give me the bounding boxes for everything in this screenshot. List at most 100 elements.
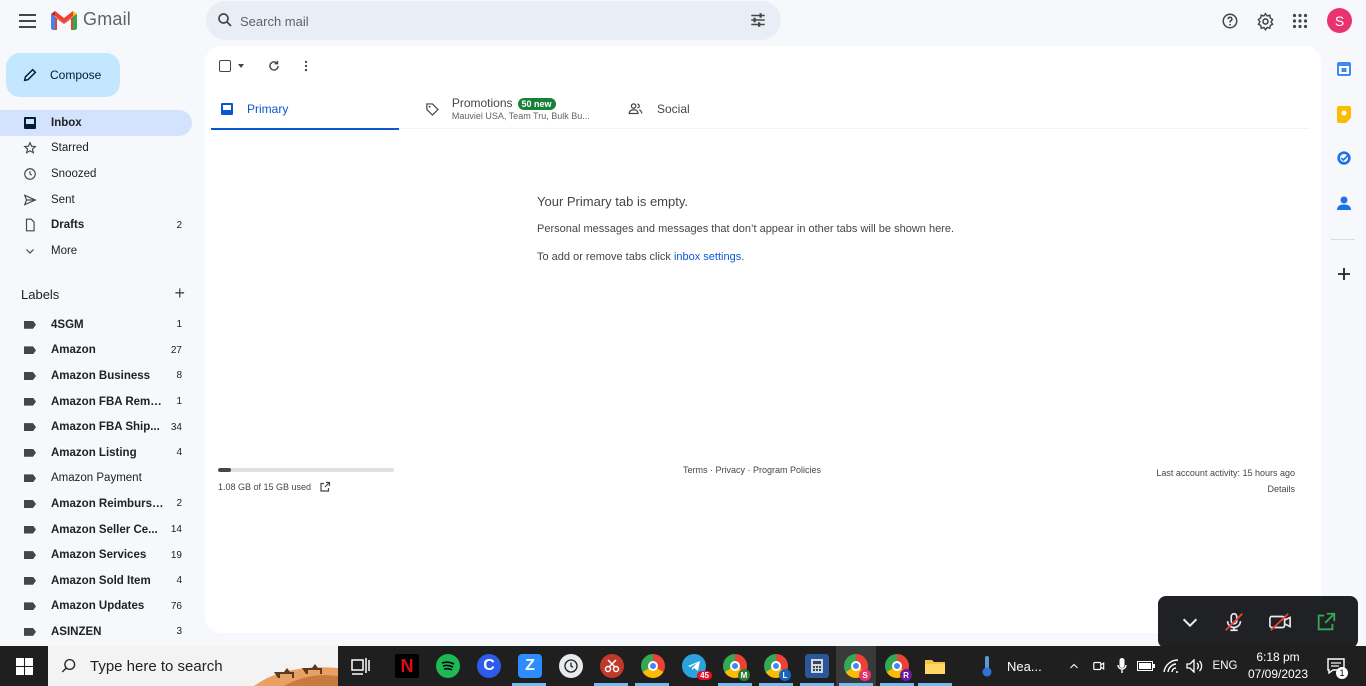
weather-widget[interactable]: Nea... (1007, 646, 1047, 686)
chrome-profile-l-icon[interactable]: L (764, 654, 791, 681)
tab-promotions[interactable]: Promotions 50 new Mauviel USA, Team Tru, … (420, 88, 610, 129)
search-icon[interactable] (216, 11, 234, 29)
notification-center-icon[interactable]: 1 (1322, 646, 1350, 686)
chrome-profile-s-icon[interactable]: S (844, 654, 871, 681)
select-dropdown-icon[interactable] (236, 61, 246, 71)
chevron-down-icon[interactable] (1179, 611, 1201, 633)
support-icon[interactable] (1218, 9, 1242, 33)
meet-now-icon[interactable] (1090, 646, 1108, 686)
input-language-indicator[interactable]: ENG (1210, 646, 1240, 686)
search-icon (61, 658, 76, 673)
sidebar-nav: Inbox Starred Snoozed Sent Drafts 2 More (0, 110, 200, 264)
label-count: 34 (170, 421, 182, 433)
label-item[interactable]: Amazon FBA Remo... 1 (0, 389, 200, 415)
label-tag-icon (24, 423, 36, 432)
canva-icon[interactable]: C (477, 654, 501, 678)
gmail-logo[interactable]: Gmail (51, 9, 131, 30)
calculator-icon[interactable] (805, 654, 829, 678)
storage-usage-bar (218, 468, 394, 472)
tab-social[interactable]: Social (626, 88, 816, 129)
wifi-icon[interactable] (1162, 646, 1180, 686)
sidebar-item-sent[interactable]: Sent (0, 187, 192, 213)
tag-icon (426, 102, 439, 116)
chrome-icon[interactable] (641, 654, 665, 678)
weather-thermometer-icon[interactable] (975, 646, 999, 686)
label-name: Amazon Reimburse... (51, 497, 165, 510)
camels-desert-icon (254, 664, 338, 686)
inbox-settings-link[interactable]: inbox settings (674, 251, 741, 263)
taskbar-search-box[interactable]: Type here to search (48, 646, 338, 686)
sidebar-item-drafts[interactable]: Drafts 2 (0, 212, 192, 238)
contacts-icon[interactable] (1335, 194, 1353, 212)
label-item[interactable]: Amazon Payment (0, 466, 200, 492)
get-addons-plus-icon[interactable] (1335, 265, 1353, 283)
label-name: Amazon Updates (51, 600, 145, 613)
search-input[interactable] (240, 11, 720, 31)
people-icon (628, 103, 643, 115)
open-in-new-icon[interactable] (319, 481, 331, 493)
apps-grid-icon[interactable] (1288, 9, 1312, 33)
activity-details-link[interactable]: Details (1156, 481, 1295, 497)
refresh-icon[interactable] (267, 59, 281, 73)
label-item[interactable]: Amazon Reimburse... 2 (0, 491, 200, 517)
select-all-checkbox[interactable] (219, 60, 231, 72)
create-label-plus-icon[interactable]: + (174, 284, 185, 302)
camera-off-icon[interactable] (1267, 611, 1293, 633)
label-item[interactable]: Amazon Services 19 (0, 542, 200, 568)
calendar-icon[interactable] (1335, 60, 1353, 78)
sidebar-item-starred[interactable]: Starred (0, 136, 192, 162)
chrome-profile-r-icon[interactable]: R (885, 654, 912, 681)
battery-icon[interactable] (1137, 646, 1155, 686)
label-item[interactable]: Amazon 27 (0, 338, 200, 364)
spotify-icon[interactable] (436, 654, 460, 678)
compose-label: Compose (50, 68, 102, 82)
share-screen-icon[interactable] (1315, 611, 1337, 633)
label-item[interactable]: Amazon Business 8 (0, 363, 200, 389)
label-item[interactable]: Amazon FBA Ship... 34 (0, 414, 200, 440)
microphone-in-use-icon[interactable] (1114, 646, 1130, 686)
label-item[interactable]: 4SGM 1 (0, 312, 200, 338)
search-options-icon[interactable] (749, 11, 767, 29)
taskbar-clock[interactable]: 6:18 pm 07/09/2023 (1246, 649, 1310, 683)
clock-app-icon[interactable] (559, 654, 583, 678)
netflix-icon[interactable]: N (395, 654, 419, 678)
tab-primary[interactable]: Primary (211, 88, 399, 130)
label-item[interactable]: ASINZEN 3 (0, 619, 200, 645)
chrome-profile-m-icon[interactable]: M (723, 654, 750, 681)
snipping-tool-icon[interactable] (600, 654, 624, 678)
windows-taskbar: Type here to search N C Z 45 M L S R Nea… (0, 646, 1366, 686)
terms-link[interactable]: Terms (683, 465, 708, 475)
settings-gear-icon[interactable] (1253, 9, 1277, 33)
label-count: 27 (170, 344, 182, 356)
microphone-muted-icon[interactable] (1223, 611, 1245, 633)
main-menu-icon[interactable] (16, 10, 40, 32)
task-view-icon[interactable] (346, 646, 376, 686)
file-explorer-icon[interactable] (923, 654, 947, 678)
star-icon (23, 141, 37, 155)
compose-button[interactable]: Compose (6, 53, 120, 97)
program-policies-link[interactable]: Program Policies (753, 465, 821, 475)
windows-start-icon[interactable] (0, 646, 48, 686)
privacy-link[interactable]: Privacy (716, 465, 746, 475)
label-item[interactable]: Amazon Seller Ce... 14 (0, 517, 200, 543)
telegram-icon[interactable]: 45 (682, 654, 712, 680)
inbox-icon (23, 116, 37, 130)
sidebar-item-inbox[interactable]: Inbox (0, 110, 192, 136)
zoom-icon[interactable]: Z (518, 654, 542, 678)
volume-speaker-icon[interactable] (1185, 646, 1205, 686)
label-item[interactable]: Amazon Updates 76 (0, 594, 200, 620)
sidebar-item-snoozed[interactable]: Snoozed (0, 161, 192, 187)
empty-state: Your Primary tab is empty. Personal mess… (537, 194, 954, 263)
keep-notes-icon[interactable] (1335, 105, 1353, 123)
tasks-icon[interactable] (1335, 149, 1353, 167)
account-avatar[interactable]: S (1327, 8, 1352, 33)
label-count: 4 (176, 575, 182, 587)
footer-separator: · (745, 465, 754, 475)
label-name: Amazon Business (51, 369, 151, 382)
label-item[interactable]: Amazon Sold Item 4 (0, 568, 200, 594)
empty-state-description: Personal messages and messages that don’… (537, 223, 955, 235)
label-item[interactable]: Amazon Listing 4 (0, 440, 200, 466)
show-hidden-icons-chevron-up-icon[interactable] (1066, 646, 1082, 686)
sidebar-item-more[interactable]: More (0, 238, 192, 264)
more-vert-icon[interactable] (299, 59, 313, 73)
